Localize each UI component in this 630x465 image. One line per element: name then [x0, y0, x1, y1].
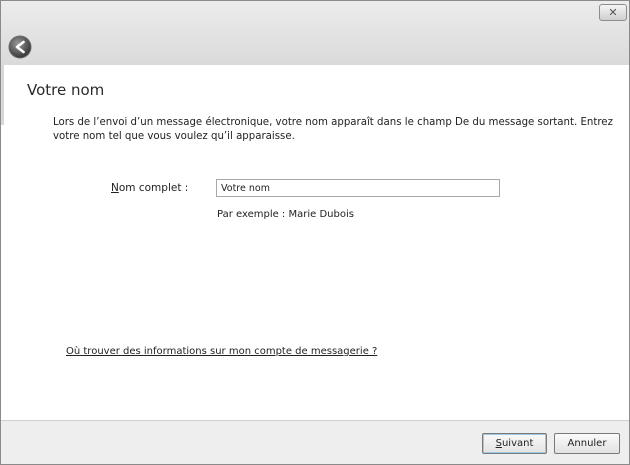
back-button[interactable]	[8, 35, 32, 59]
close-button[interactable]: ✕	[599, 4, 627, 21]
full-name-label-text: om complet :	[118, 182, 189, 194]
full-name-label: Nom complet :	[111, 182, 188, 194]
left-edge-decoration	[1, 65, 4, 125]
wizard-window: ✕ Votre nom Lors de l’envoi d’un message…	[0, 0, 630, 465]
example-hint: Par exemple : Marie Dubois	[217, 209, 354, 220]
account-info-help-link[interactable]: Où trouver des informations sur mon comp…	[66, 346, 377, 357]
title-bar: ✕	[1, 1, 629, 65]
wizard-content: Votre nom Lors de l’envoi d’un message é…	[1, 65, 629, 420]
next-button[interactable]: Suivant	[482, 433, 547, 454]
next-label: uivant	[501, 438, 534, 449]
close-icon: ✕	[608, 6, 618, 19]
full-name-accesskey: N	[111, 182, 119, 194]
page-description: Lors de l’envoi d’un message électroniqu…	[53, 117, 613, 142]
full-name-input[interactable]	[216, 179, 500, 197]
button-bar: Suivant Annuler	[1, 420, 629, 464]
back-arrow-icon	[8, 35, 32, 59]
page-title: Votre nom	[27, 81, 105, 99]
cancel-button[interactable]: Annuler	[554, 433, 620, 454]
